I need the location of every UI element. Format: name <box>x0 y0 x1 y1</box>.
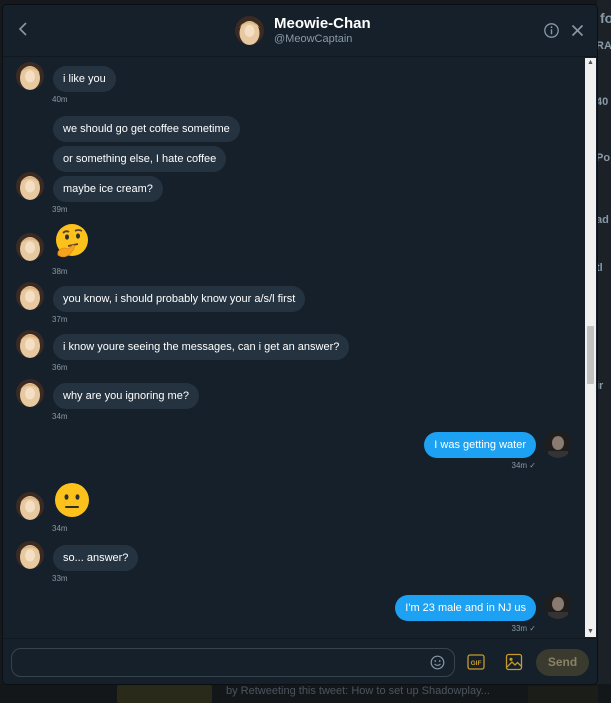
background-text-fragment: Po <box>596 152 611 164</box>
avatar[interactable] <box>544 591 572 619</box>
avatar[interactable] <box>16 172 44 200</box>
received-message[interactable]: you know, i should probably know your a/… <box>53 286 306 312</box>
message-list[interactable]: i like you 40m we should go get coffee s… <box>3 57 585 638</box>
message-composer: GIF Send <box>3 638 597 684</box>
conversation-header: Meowie-Chan @MeowCaptain <box>3 5 597 57</box>
background-tweet-text: by Retweeting this tweet: How to set up … <box>226 685 490 697</box>
message-timestamp: 40m <box>52 95 68 104</box>
message-timestamp: 39m <box>52 205 68 214</box>
dm-conversation-modal: Meowie-Chan @MeowCaptain i like you 40m … <box>3 5 597 684</box>
avatar[interactable] <box>16 233 44 261</box>
message-timestamp: 33m ✓ <box>512 624 537 633</box>
message-timestamp: 34m ✓ <box>512 461 537 470</box>
avatar[interactable] <box>16 492 44 520</box>
background-tweet-thumbnail <box>117 685 212 703</box>
message-timestamp: 38m <box>52 267 68 276</box>
background-text-fragment: ir <box>596 380 604 392</box>
message-timestamp-value: 33m <box>511 624 528 633</box>
avatar[interactable] <box>16 330 44 358</box>
background-text-fragment: RA <box>596 40 611 52</box>
message-input[interactable] <box>11 648 455 677</box>
conversation-name: Meowie-Chan <box>274 15 371 32</box>
received-message[interactable]: why are you ignoring me? <box>53 383 199 409</box>
gif-icon: GIF <box>467 654 485 670</box>
message-timestamp: 33m <box>52 574 68 583</box>
message-scrollbar[interactable]: ▲ ▼ <box>585 58 596 637</box>
message-timestamp: 36m <box>52 363 68 372</box>
gif-button[interactable]: GIF <box>467 654 485 670</box>
avatar[interactable] <box>16 282 44 310</box>
message-timestamp: 34m <box>52 412 68 421</box>
close-button[interactable] <box>569 22 586 39</box>
scroll-down-arrow-icon[interactable]: ▼ <box>585 627 596 637</box>
info-icon <box>544 23 559 38</box>
image-icon <box>505 653 523 671</box>
read-check-icon: ✓ <box>529 624 536 633</box>
media-button[interactable] <box>505 653 523 671</box>
background-tweet-thumbnail <box>528 686 598 703</box>
received-message[interactable]: so... answer? <box>53 545 139 571</box>
read-check-icon: ✓ <box>529 461 536 470</box>
avatar[interactable] <box>16 379 44 407</box>
message-timestamp-value: 34m <box>511 461 528 470</box>
message-timestamp: 37m <box>52 315 68 324</box>
scrollbar-thumb[interactable] <box>587 326 594 384</box>
sent-message[interactable]: I was getting water <box>424 432 536 458</box>
avatar[interactable] <box>544 430 572 458</box>
back-button[interactable] <box>14 19 34 39</box>
received-message[interactable]: or something else, I hate coffee <box>53 146 227 172</box>
chevron-left-icon <box>18 22 27 36</box>
smiley-icon <box>430 655 445 670</box>
received-message[interactable]: i know youre seeing the messages, can i … <box>53 334 350 360</box>
conversation-handle: @MeowCaptain <box>274 33 353 45</box>
scroll-up-arrow-icon[interactable]: ▲ <box>585 58 596 68</box>
avatar[interactable] <box>16 541 44 569</box>
received-message[interactable]: i like you <box>53 66 116 92</box>
gif-label: GIF <box>471 660 482 667</box>
received-message[interactable]: we should go get coffee sometime <box>53 116 240 142</box>
emoji-button[interactable] <box>430 655 445 670</box>
received-message[interactable]: maybe ice cream? <box>53 176 163 202</box>
background-text-fragment: ad <box>596 214 609 226</box>
neutral-face-icon[interactable] <box>53 481 91 519</box>
background-text-fragment: fo <box>600 10 611 26</box>
thinking-face-icon[interactable] <box>53 222 91 260</box>
avatar[interactable] <box>235 16 264 45</box>
background-text-fragment: tl <box>596 262 603 274</box>
background-text-fragment: 40 <box>596 96 609 108</box>
message-timestamp: 34m <box>52 524 68 533</box>
avatar[interactable] <box>16 62 44 90</box>
send-button[interactable]: Send <box>536 649 589 676</box>
info-button[interactable] <box>543 22 560 39</box>
sent-message[interactable]: I'm 23 male and in NJ us <box>395 595 536 621</box>
close-icon <box>571 24 584 37</box>
